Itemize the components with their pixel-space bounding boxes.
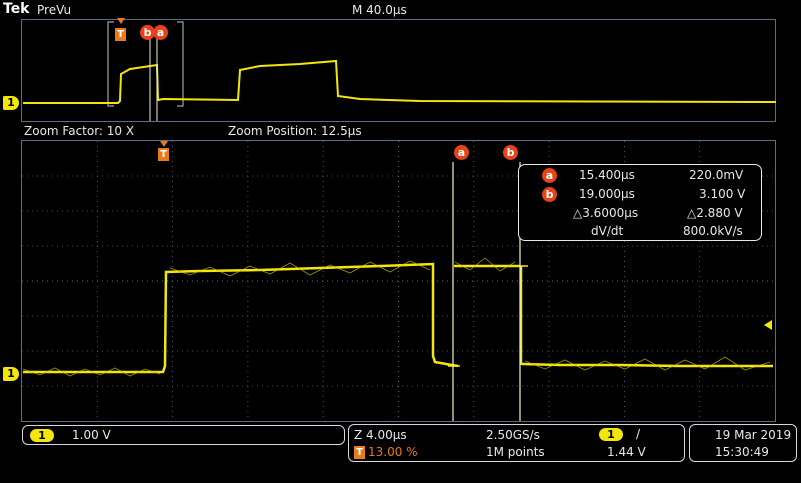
sample-rate: 2.50GS/s	[486, 428, 540, 442]
trigger-level-arrow-icon[interactable]	[764, 320, 772, 330]
trigger-source-badge: 1	[599, 428, 623, 441]
trigger-slope-icon: /	[636, 427, 641, 441]
channel1-badge: 1	[30, 429, 54, 442]
main-trigger-arrow-icon	[160, 141, 168, 147]
overview-trace	[23, 59, 777, 104]
time-label: 15:30:49	[715, 445, 769, 459]
readout-cursor-b-badge: b	[542, 187, 557, 202]
cursor-a-voltage: 220.0mV	[689, 168, 744, 182]
delta-time: △3.6000μs	[573, 206, 639, 220]
date-label: 19 Mar 2019	[715, 428, 792, 442]
dvdt-value: 800.0kV/s	[683, 224, 743, 238]
cursor-b-voltage: 3.100 V	[699, 187, 746, 201]
main-trace-noise	[22, 257, 771, 377]
main-trigger-marker[interactable]: T	[158, 148, 169, 161]
record-length: 1M points	[486, 445, 545, 459]
main-channel1-marker[interactable]: 1	[3, 367, 19, 381]
cursor-b-time: 19.000μs	[579, 187, 635, 201]
cursor-b-badge[interactable]: b	[503, 145, 518, 160]
dvdt-label: dV/dt	[591, 224, 624, 238]
overview-trigger-marker[interactable]: T	[115, 28, 126, 41]
cursor-a-time: 15.400μs	[579, 168, 635, 182]
acquisition-status-box[interactable]: Z 4.00μs 2.50GS/s 1 / T 13.00 % 1M point…	[348, 424, 685, 462]
readout-cursor-a-badge: a	[542, 168, 557, 183]
main-trace	[23, 262, 773, 374]
cursor-a-badge[interactable]: a	[454, 145, 469, 160]
scope-graphics	[22, 21, 777, 421]
zoom-scale: Z 4.00μs	[354, 428, 407, 442]
datetime-box[interactable]: 19 Mar 2019 15:30:49	[689, 424, 797, 462]
cursor-readout-panel[interactable]: a 15.400μs 220.0mV b 19.000μs 3.100 V △3…	[518, 164, 762, 241]
trigger-position-icon: T	[354, 446, 365, 459]
overview-cursor-a-badge[interactable]: a	[153, 25, 168, 40]
trigger-level: 1.44 V	[607, 445, 646, 459]
channel1-scale-box[interactable]: 1 1.00 V	[22, 425, 345, 445]
trigger-position: 13.00 %	[368, 445, 418, 459]
delta-voltage: △2.880 V	[687, 206, 743, 220]
overview-channel1-marker[interactable]: 1	[3, 96, 19, 110]
channel1-scale: 1.00 V	[72, 428, 111, 442]
overview-trigger-arrow-icon	[117, 18, 125, 24]
